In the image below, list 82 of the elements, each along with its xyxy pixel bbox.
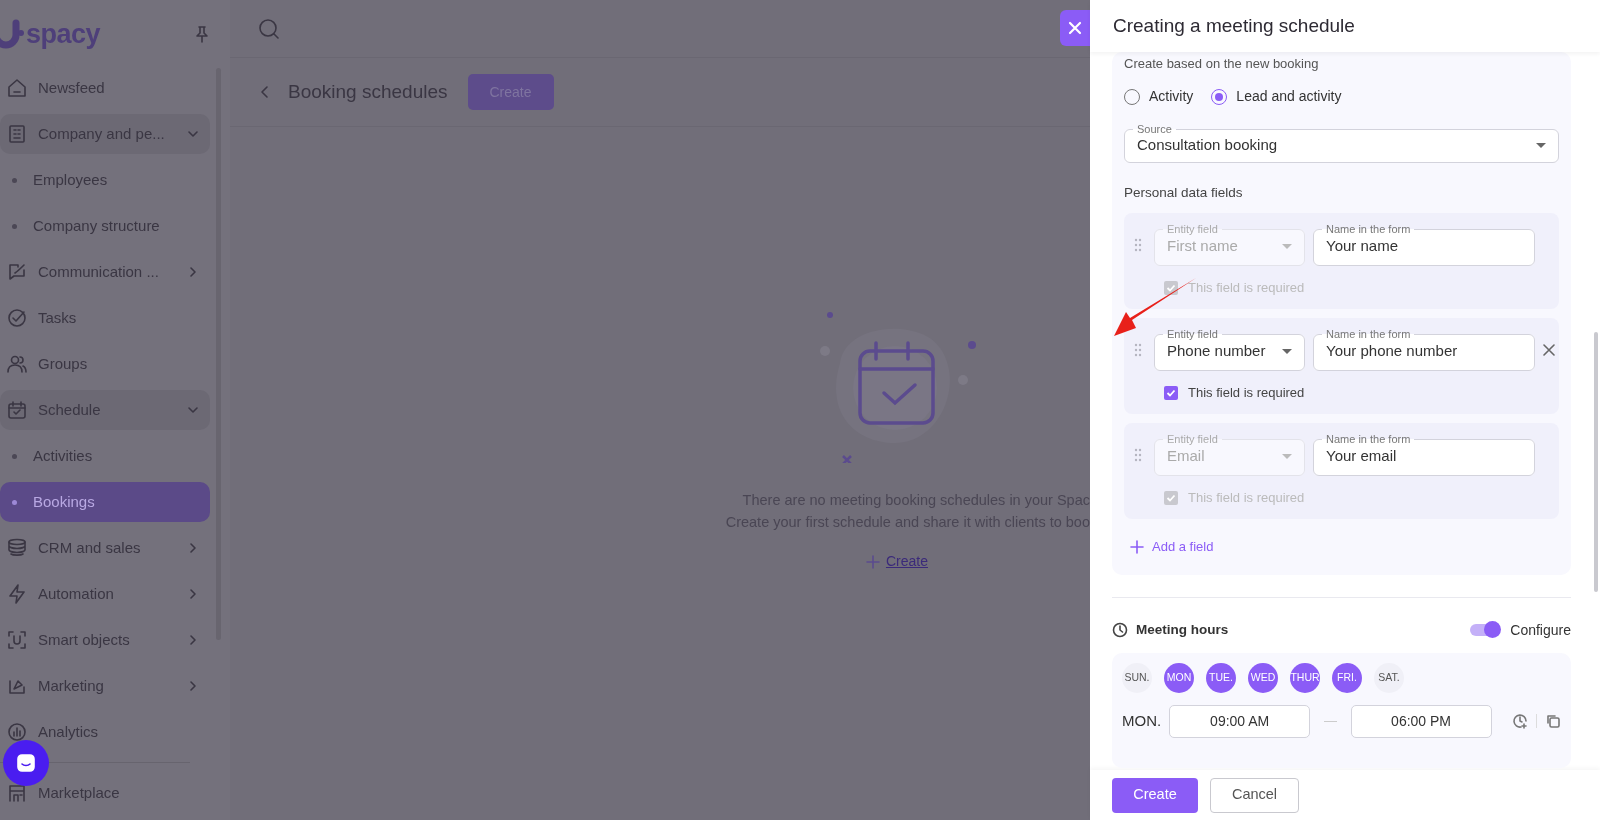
sidebar-item[interactable]: Employees xyxy=(0,160,210,200)
sidebar-item[interactable]: Analytics xyxy=(0,712,210,752)
check-circle-icon xyxy=(6,307,28,329)
bullet-icon xyxy=(12,223,17,229)
chat-button[interactable] xyxy=(3,740,49,786)
clock-add-icon[interactable] xyxy=(1512,713,1529,730)
drag-handle-icon[interactable] xyxy=(1134,342,1142,357)
sidebar-item[interactable]: Tasks xyxy=(0,298,210,338)
plus-icon xyxy=(865,554,880,569)
checkmark-icon xyxy=(1166,387,1176,398)
required-checkbox[interactable]: This field is required xyxy=(1164,382,1547,403)
create-link[interactable]: Create xyxy=(865,551,928,572)
sidebar-item[interactable]: Bookings xyxy=(0,482,210,522)
day-label: MON. xyxy=(1122,711,1162,731)
close-button[interactable] xyxy=(1060,10,1090,46)
caret-icon xyxy=(1282,244,1292,249)
name-input[interactable]: Name in the form Your name xyxy=(1313,223,1535,266)
plus-icon xyxy=(1130,540,1144,554)
sidebar-item[interactable]: Marketing xyxy=(0,666,210,706)
toggle-switch[interactable] xyxy=(1470,624,1499,637)
calendar-icon xyxy=(6,399,28,421)
radio-option[interactable]: Lead and activity xyxy=(1211,86,1342,107)
add-field-link[interactable]: Add a field xyxy=(1130,537,1214,557)
logo-mark-icon xyxy=(0,19,26,49)
scan-icon xyxy=(6,629,28,651)
bullet-icon xyxy=(12,453,17,459)
bullet-icon xyxy=(12,177,17,183)
sidebar-item[interactable]: Activities xyxy=(0,436,210,476)
building-icon xyxy=(6,123,28,145)
search-icon[interactable] xyxy=(258,17,280,40)
sidebar-item[interactable]: Newsfeed xyxy=(0,68,210,108)
name-input[interactable]: Name in the form Your email xyxy=(1313,433,1535,476)
day-toggle[interactable]: MON xyxy=(1164,662,1194,693)
day-toggle[interactable]: FRI. xyxy=(1332,662,1362,693)
sidebar-item[interactable]: Groups xyxy=(0,344,210,384)
day-toggle[interactable]: THUR xyxy=(1290,662,1320,693)
copy-icon[interactable] xyxy=(1545,713,1561,730)
section-caption: Create based on the new booking xyxy=(1124,55,1320,72)
checkmark-icon xyxy=(1166,492,1176,503)
database-icon xyxy=(6,537,28,559)
name-input[interactable]: Name in the form Your phone number xyxy=(1313,328,1535,371)
entity-select[interactable]: Entity field Phone number xyxy=(1154,328,1305,371)
time-input[interactable]: 09:00 AM xyxy=(1169,704,1311,738)
home-icon xyxy=(6,77,28,99)
people-icon xyxy=(6,353,28,375)
chart-icon xyxy=(6,721,28,743)
time-input[interactable]: 06:00 PM xyxy=(1350,704,1492,738)
sidebar-item[interactable]: Automation xyxy=(0,574,210,614)
day-toggle[interactable]: SUN. xyxy=(1122,662,1152,693)
lightning-icon xyxy=(6,583,28,605)
chat-icon xyxy=(15,752,37,774)
sidebar-item[interactable]: CRM and sales xyxy=(0,528,210,568)
caret-icon xyxy=(1536,142,1546,148)
caret-icon xyxy=(1282,454,1292,459)
close-icon[interactable] xyxy=(1543,343,1555,356)
bullet-icon xyxy=(12,499,17,505)
day-toggle[interactable]: TUE. xyxy=(1206,662,1236,693)
day-toggle[interactable]: SAT. xyxy=(1374,662,1404,693)
source-select[interactable]: Source Consultation booking xyxy=(1124,123,1559,163)
cancel-button[interactable]: Cancel xyxy=(1210,777,1299,813)
create-button[interactable]: Create xyxy=(1112,777,1198,813)
sidebar-item[interactable]: Communication ... xyxy=(0,252,210,292)
scrollbar-thumb[interactable] xyxy=(1594,332,1598,592)
chat-icon xyxy=(6,261,28,283)
clock-icon xyxy=(1112,622,1128,639)
close-icon xyxy=(1067,20,1083,36)
caret-icon xyxy=(1282,349,1292,354)
section-title: Meeting hours xyxy=(1136,621,1230,640)
store-icon xyxy=(6,782,28,804)
page-title: Booking schedules xyxy=(288,80,448,104)
drawer-title: Creating a meeting schedule xyxy=(1113,14,1355,38)
sidebar-item[interactable]: Company structure xyxy=(0,206,210,246)
section-label: Personal data fields xyxy=(1124,184,1244,202)
drag-handle-icon[interactable] xyxy=(1134,237,1142,252)
day-toggle[interactable]: WED xyxy=(1248,662,1278,693)
sidebar-item[interactable]: Marketplace xyxy=(0,773,210,813)
checkmark-icon xyxy=(1166,282,1176,293)
pin-icon[interactable] xyxy=(194,25,210,43)
drag-handle-icon[interactable] xyxy=(1134,447,1142,462)
radio-option[interactable]: Activity xyxy=(1124,86,1194,107)
toggle-label: Configure xyxy=(1510,620,1571,640)
sidebar-item[interactable]: Smart objects xyxy=(0,620,210,660)
